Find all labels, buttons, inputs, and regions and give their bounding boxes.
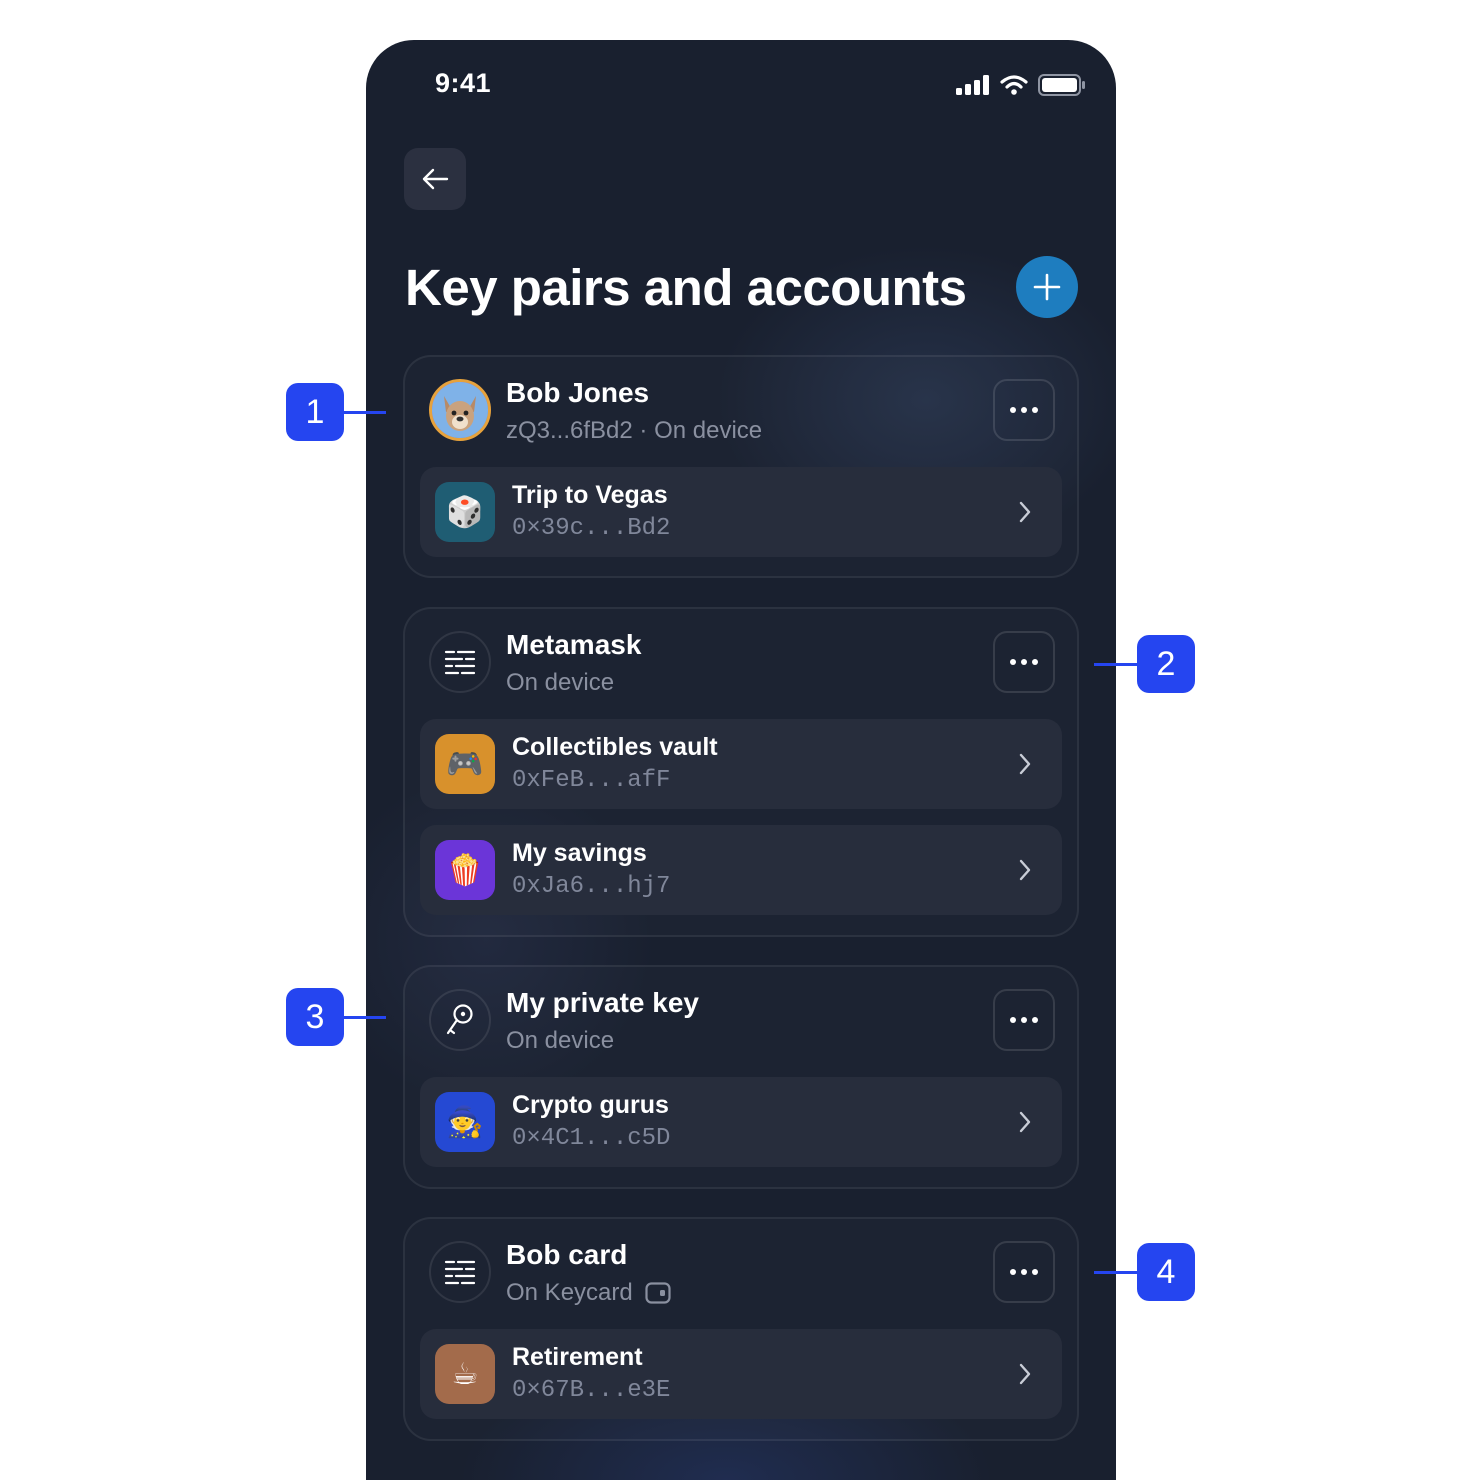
- keypair-subtitle: zQ3...6fBd2 · On device: [506, 417, 762, 445]
- more-dot: [1010, 659, 1016, 665]
- account-avatar: 🍿: [435, 840, 495, 900]
- page-title: Key pairs and accounts: [405, 259, 967, 316]
- annotation-marker-4: 4: [1137, 1243, 1195, 1301]
- account-row-crypto-gurus[interactable]: 🧙 Crypto gurus 0×4C1...c5D: [420, 1077, 1062, 1167]
- popcorn-icon: 🍿: [446, 853, 484, 887]
- more-dot: [1021, 407, 1027, 413]
- seed-phrase-icon: [444, 650, 476, 675]
- account-avatar: 🧙: [435, 1092, 495, 1152]
- keypair-subtitle: On device: [506, 669, 614, 697]
- more-dot: [1032, 1017, 1038, 1023]
- more-dot: [1032, 407, 1038, 413]
- more-dot: [1032, 659, 1038, 665]
- keypair-icon: [429, 989, 491, 1051]
- account-row-my-savings[interactable]: 🍿 My savings 0xJa6...hj7: [420, 825, 1062, 915]
- more-dot: [1010, 1269, 1016, 1275]
- chevron-right-icon: [1019, 859, 1031, 881]
- account-address: 0xJa6...hj7: [512, 873, 671, 900]
- account-address: 0×39c...Bd2: [512, 515, 671, 542]
- more-dot: [1021, 1017, 1027, 1023]
- keypair-name: Metamask: [506, 629, 642, 660]
- account-address: 0×4C1...c5D: [512, 1125, 671, 1152]
- account-row-retirement[interactable]: ☕ Retirement 0×67B...e3E: [420, 1329, 1062, 1419]
- more-dot: [1032, 1269, 1038, 1275]
- annotation-marker-1: 1: [286, 383, 344, 441]
- chevron-right-icon: [1019, 1111, 1031, 1133]
- more-dot: [1021, 1269, 1027, 1275]
- add-keypair-button[interactable]: [1016, 256, 1078, 318]
- keycard-icon: [645, 1282, 671, 1304]
- gamepad-icon: 🎮: [446, 747, 484, 781]
- keypair-card-metamask: Metamask On device 🎮 Collectibles vault …: [403, 607, 1079, 937]
- keypair-name: My private key: [506, 987, 699, 1018]
- keypair-icon: [429, 1241, 491, 1303]
- phone-screen: 9:41 Key pairs and accounts Bob Jones zQ…: [366, 40, 1116, 1480]
- keypair-subtitle-text: zQ3...6fBd2 · On device: [506, 417, 763, 444]
- account-avatar: 🎮: [435, 734, 495, 794]
- account-address: 0×67B...e3E: [512, 1377, 671, 1404]
- coffee-icon: ☕: [451, 1357, 479, 1391]
- keypair-subtitle-text: On device: [506, 669, 615, 696]
- keypair-subtitle: On Keycard: [506, 1279, 671, 1307]
- keypair-subtitle: On device: [506, 1027, 614, 1055]
- wifi-icon: [1000, 75, 1028, 95]
- status-time: 9:41: [435, 68, 492, 98]
- keypair-more-button[interactable]: [993, 631, 1055, 693]
- chevron-right-icon: [1019, 1363, 1031, 1385]
- status-icons: [956, 74, 1086, 96]
- keypair-more-button[interactable]: [993, 989, 1055, 1051]
- wizard-icon: 🧙: [446, 1105, 484, 1139]
- keypair-card-bob-jones: Bob Jones zQ3...6fBd2 · On device 🎲 Trip…: [403, 355, 1079, 578]
- keypair-name: Bob Jones: [506, 377, 650, 408]
- annotation-marker-3: 3: [286, 988, 344, 1046]
- account-avatar: 🎲: [435, 482, 495, 542]
- more-dot: [1010, 407, 1016, 413]
- chevron-right-icon: [1019, 753, 1031, 775]
- seed-phrase-icon: [444, 1260, 476, 1285]
- keypair-more-button[interactable]: [993, 379, 1055, 441]
- chevron-right-icon: [1019, 501, 1031, 523]
- more-dot: [1021, 659, 1027, 665]
- signal-icon: [956, 75, 989, 95]
- key-icon: [446, 1004, 473, 1035]
- keypair-card-my-private-key: My private key On device 🧙 Crypto gurus …: [403, 965, 1079, 1189]
- avatar: [429, 379, 491, 441]
- annotation-leader-3: [344, 1016, 386, 1019]
- keypair-subtitle-text: On Keycard: [506, 1279, 633, 1306]
- plus-icon: [1033, 273, 1061, 301]
- account-name: Retirement: [512, 1343, 643, 1371]
- arrow-left-icon: [422, 168, 449, 190]
- account-name: Crypto gurus: [512, 1091, 669, 1119]
- account-name: Trip to Vegas: [512, 481, 668, 509]
- dice-icon: 🎲: [446, 495, 484, 529]
- account-name: Collectibles vault: [512, 733, 718, 761]
- battery-icon: [1038, 74, 1085, 96]
- account-name: My savings: [512, 839, 647, 867]
- annotation-leader-2: [1094, 663, 1137, 666]
- account-row-collectibles-vault[interactable]: 🎮 Collectibles vault 0xFeB...afF: [420, 719, 1062, 809]
- annotation-leader-1: [344, 411, 386, 414]
- keypair-subtitle-text: On device: [506, 1027, 615, 1054]
- back-button[interactable]: [404, 148, 466, 210]
- account-address: 0xFeB...afF: [512, 767, 671, 794]
- account-row-trip-to-vegas[interactable]: 🎲 Trip to Vegas 0×39c...Bd2: [420, 467, 1062, 557]
- keypair-icon: [429, 631, 491, 693]
- dog-avatar-icon: [432, 382, 488, 438]
- annotation-leader-4: [1094, 1271, 1137, 1274]
- more-dot: [1010, 1017, 1016, 1023]
- keypair-name: Bob card: [506, 1239, 628, 1270]
- keypair-more-button[interactable]: [993, 1241, 1055, 1303]
- keypair-card-bob-card: Bob card On Keycard ☕ Retirement 0×67B..…: [403, 1217, 1079, 1441]
- annotation-marker-2: 2: [1137, 635, 1195, 693]
- account-avatar: ☕: [435, 1344, 495, 1404]
